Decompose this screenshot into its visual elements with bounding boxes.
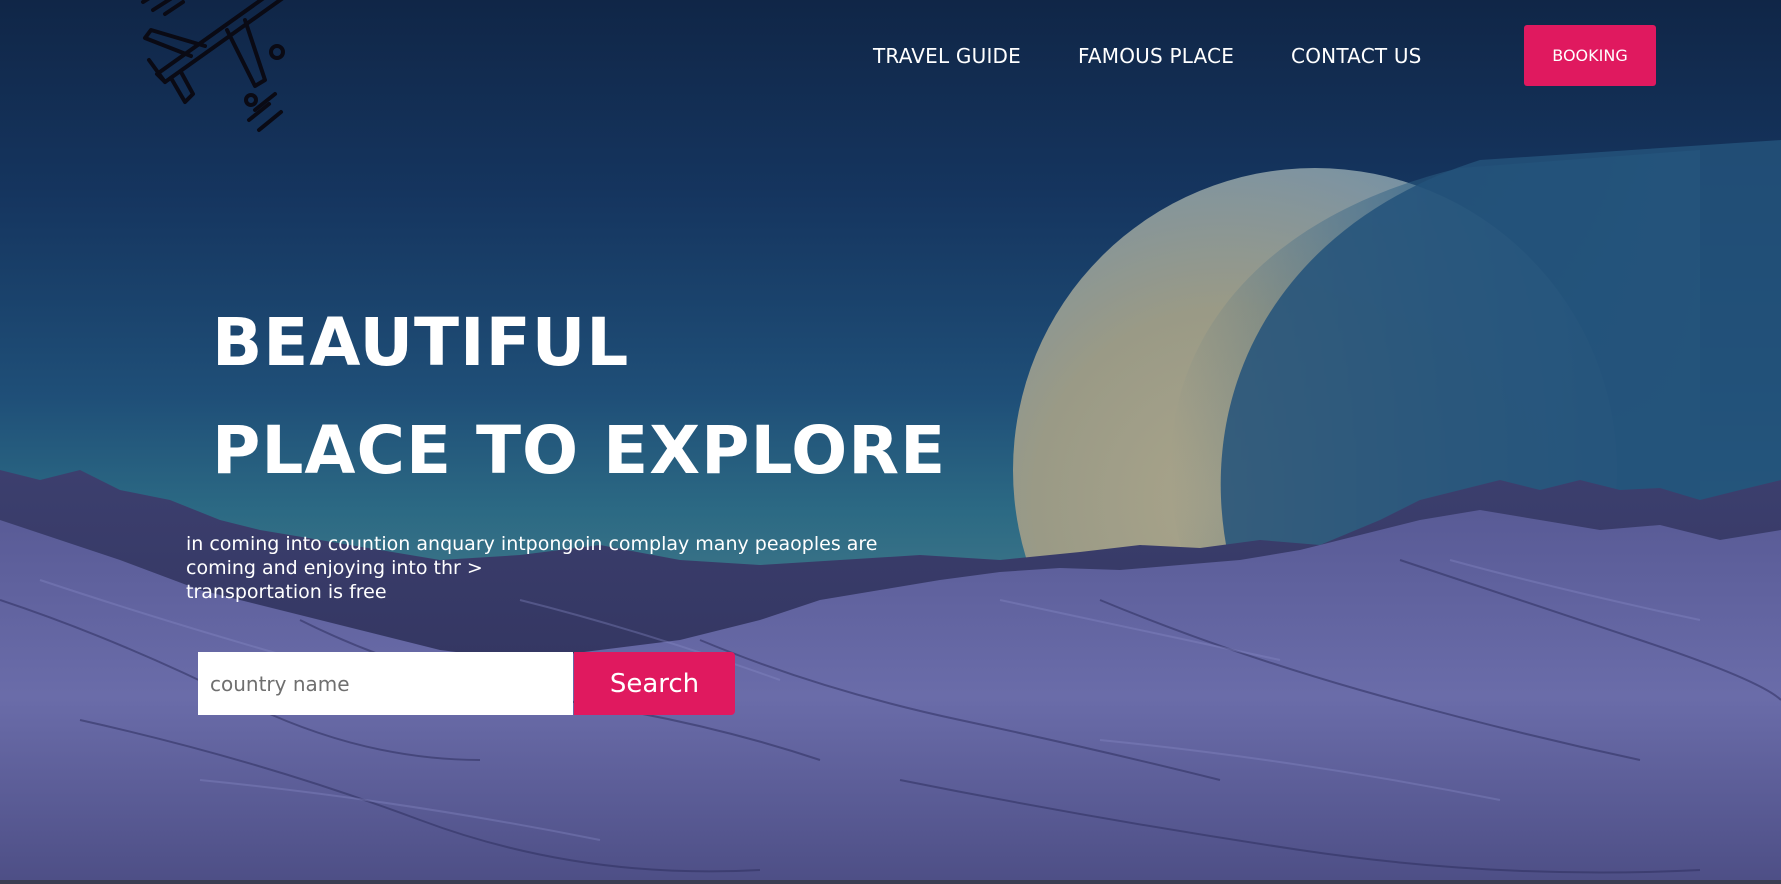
airplane-icon	[141, 0, 285, 132]
description-line-2: coming and enjoying into thr >	[186, 557, 483, 579]
main-nav: TRAVEL GUIDE FAMOUS PLACE CONTACT US	[873, 44, 1422, 68]
headline-line-2: PLACE TO EXPLORE	[212, 412, 947, 489]
booking-button[interactable]: BOOKING	[1524, 25, 1656, 86]
country-search-input[interactable]	[198, 652, 573, 715]
hero-description: in coming into countion anquary intpongo…	[186, 532, 946, 604]
search-button[interactable]: Search	[574, 652, 735, 715]
headline-line-1: BEAUTIFUL	[212, 304, 630, 381]
description-line-3: transportation is free	[186, 581, 387, 603]
nav-travel-guide[interactable]: TRAVEL GUIDE	[873, 44, 1021, 68]
search-form: Search	[198, 652, 735, 715]
logo[interactable]	[135, 0, 310, 135]
nav-famous-place[interactable]: FAMOUS PLACE	[1078, 44, 1234, 68]
bottom-divider	[0, 880, 1781, 884]
nav-contact-us[interactable]: CONTACT US	[1291, 44, 1422, 68]
hero-section: TRAVEL GUIDE FAMOUS PLACE CONTACT US BOO…	[0, 0, 1781, 884]
description-line-1: in coming into countion anquary intpongo…	[186, 533, 878, 555]
